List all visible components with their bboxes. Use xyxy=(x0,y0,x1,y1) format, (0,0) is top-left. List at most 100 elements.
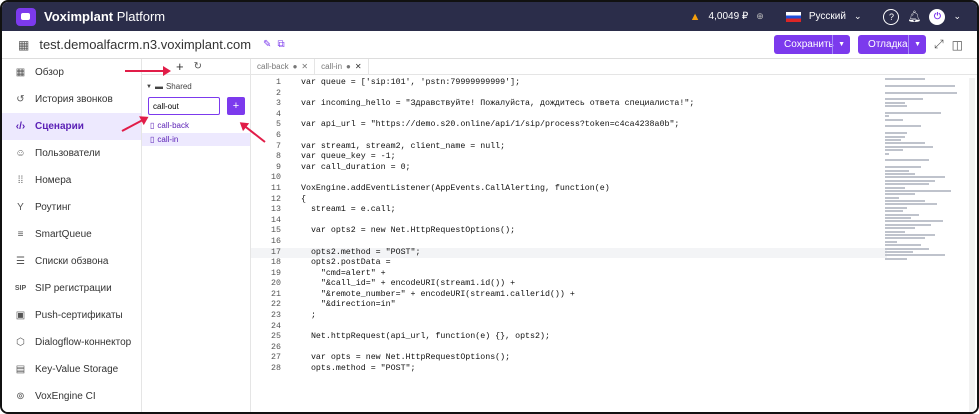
code-line[interactable]: 28 opts.method = "POST"; xyxy=(251,364,887,375)
language-selector[interactable]: Русский xyxy=(809,11,846,22)
minimap-line xyxy=(885,159,929,162)
layout-icon[interactable]: ◫ xyxy=(952,38,963,52)
code-line[interactable]: 16 xyxy=(251,237,887,248)
code-line[interactable]: 3 var incoming_hello = "Здравствуйте! Пож… xyxy=(251,99,887,110)
sidebar-item-smartqueue[interactable]: ≡ SmartQueue xyxy=(2,221,141,248)
close-icon[interactable]: ✕ xyxy=(355,62,362,71)
line-number: 2 xyxy=(276,88,281,98)
tab-call-back[interactable]: call-back ● ✕ xyxy=(251,59,316,74)
code-text: var incoming_hello = "Здравствуйте! Пожа… xyxy=(301,99,695,109)
folder-shared[interactable]: ▼ ▬ Shared xyxy=(142,75,250,91)
line-number: 15 xyxy=(271,226,281,236)
new-scenario-input[interactable] xyxy=(148,97,220,115)
chevron-down-icon[interactable]: ⌄ xyxy=(854,11,862,22)
minimap-line xyxy=(885,217,911,220)
chevron-down-icon[interactable]: ⌄ xyxy=(953,11,961,22)
chevron-down-icon[interactable]: ▼ xyxy=(832,35,850,54)
sidebar-item-call-lists[interactable]: ☰ Списки обзвона xyxy=(2,248,141,275)
file-call-in[interactable]: ▯ call-in xyxy=(142,133,250,146)
code-text: opts.method = "POST"; xyxy=(301,364,416,374)
code-line[interactable]: 19 "cmd=alert" + xyxy=(251,269,887,280)
code-line[interactable]: 25 Net.httpRequest(api_url, function(e) … xyxy=(251,332,887,343)
code-text: var queue_key = -1; xyxy=(301,152,396,162)
line-number: 23 xyxy=(271,311,281,321)
code-line[interactable]: 24 xyxy=(251,322,887,333)
code-text: "cmd=alert" + xyxy=(301,268,386,278)
sidebar-item-voxengine-ci[interactable]: ⊚ VoxEngine CI xyxy=(2,383,141,410)
expand-icon[interactable]: ⤢ xyxy=(934,37,944,52)
code-line[interactable]: 26 xyxy=(251,343,887,354)
sidebar-item-sip[interactable]: SIP SIP регистрации xyxy=(2,275,141,302)
code-line[interactable]: 6 xyxy=(251,131,887,142)
code-line[interactable]: 13 stream1 = e.call; xyxy=(251,205,887,216)
add-scenario-button[interactable]: + xyxy=(227,97,245,115)
code-line[interactable]: 20 "&call_id=" + encodeURI(stream1.id())… xyxy=(251,279,887,290)
code-line[interactable]: 10 xyxy=(251,173,887,184)
power-icon[interactable]: ⏻ xyxy=(929,8,946,25)
sidebar-item-kv-storage[interactable]: ▤ Key-Value Storage xyxy=(2,356,141,383)
code-line[interactable]: 12 { xyxy=(251,195,887,206)
chevron-down-icon: ▼ xyxy=(146,83,152,90)
minimap-line xyxy=(885,240,897,243)
minimap-line xyxy=(885,179,935,182)
code-line[interactable]: 8 var queue_key = -1; xyxy=(251,152,887,163)
refresh-icon[interactable]: ↻ xyxy=(194,61,202,72)
code-line[interactable]: 14 xyxy=(251,216,887,227)
code-area[interactable]: 1 var queue = ['sip:101', 'pstn:799999999… xyxy=(251,78,887,412)
edit-icon[interactable]: ✎ xyxy=(263,39,271,50)
code-line[interactable]: 11 VoxEngine.addEventListener(AppEvents.C… xyxy=(251,184,887,195)
close-icon[interactable]: ✕ xyxy=(301,62,308,71)
line-number: 10 xyxy=(271,173,281,183)
code-line[interactable]: 7 var stream1, stream2, client_name = nul… xyxy=(251,142,887,153)
code-text: opts2.method = "POST"; xyxy=(301,247,421,257)
line-number: 7 xyxy=(276,141,281,151)
code-line[interactable]: 21 "&remote_number=" + encodeURI(stream1… xyxy=(251,290,887,301)
line-number: 27 xyxy=(271,353,281,363)
code-line[interactable]: 27 var opts = new Net.HttpRequestOptions… xyxy=(251,353,887,364)
sidebar-item-overview[interactable]: ▦ Обзор xyxy=(2,59,141,86)
sidebar-item-routing[interactable]: Y Роутинг xyxy=(2,194,141,221)
sidebar-item-push[interactable]: ▣ Push-сертификаты xyxy=(2,302,141,329)
code-line[interactable]: 2 xyxy=(251,89,887,100)
code-line[interactable]: 15 var opts2 = new Net.HttpRequestOption… xyxy=(251,226,887,237)
code-line[interactable]: 5 var api_url = "https://demo.s20.online/… xyxy=(251,120,887,131)
bell-icon[interactable]: 🔔︎ xyxy=(907,10,921,23)
code-line[interactable]: 9 var call_duration = 0; xyxy=(251,163,887,174)
code-line[interactable]: 17 opts2.method = "POST"; xyxy=(251,247,887,259)
debug-button[interactable]: Отладка ▼ xyxy=(858,35,927,54)
code-text: opts2.postData = xyxy=(301,258,391,268)
voximplant-logo-icon[interactable] xyxy=(16,7,36,26)
help-icon[interactable]: ? xyxy=(883,8,900,25)
code-line[interactable]: 18 opts2.postData = xyxy=(251,258,887,269)
app-grid-icon[interactable]: ▦ xyxy=(18,38,29,52)
save-button[interactable]: Сохранить ▼ xyxy=(774,35,851,54)
minimap-line xyxy=(885,149,903,152)
minimap-line xyxy=(885,233,935,236)
minimap[interactable] xyxy=(885,78,963,308)
line-number: 8 xyxy=(276,152,281,162)
minimap-line xyxy=(885,257,907,260)
scrollbar[interactable] xyxy=(969,78,975,412)
code-line[interactable]: 4 xyxy=(251,110,887,121)
sidebar-item-users[interactable]: ☺ Пользователи xyxy=(2,140,141,167)
tab-call-in[interactable]: call-in ● ✕ xyxy=(315,59,369,74)
code-line[interactable]: 1 var queue = ['sip:101', 'pstn:799999999… xyxy=(251,78,887,89)
balance[interactable]: 4,0049 ₽ xyxy=(709,11,749,22)
chevron-down-icon[interactable]: ▼ xyxy=(908,35,926,54)
line-number: 21 xyxy=(271,289,281,299)
code-line[interactable]: 23 ; xyxy=(251,311,887,322)
file-icon: ▯ xyxy=(150,121,155,130)
copy-icon[interactable]: ⧉ xyxy=(277,39,284,50)
add-icon[interactable]: + xyxy=(176,59,184,74)
code-line[interactable]: 22 "&direction=in" xyxy=(251,300,887,311)
sidebar-item-call-history[interactable]: ↺ История звонков xyxy=(2,86,141,113)
add-balance-icon[interactable]: ⊕ xyxy=(756,11,764,22)
line-number: 25 xyxy=(271,332,281,342)
sidebar-item-scenarios[interactable]: ‹/› Сценарии xyxy=(2,113,141,140)
storage-icon: ▤ xyxy=(15,364,26,375)
sidebar-item-dialogflow[interactable]: ⬡ Dialogflow-коннектор xyxy=(2,329,141,356)
sidebar-item-numbers[interactable]: ⁞⁞ Номера xyxy=(2,167,141,194)
file-call-back[interactable]: ▯ call-back xyxy=(142,115,250,130)
